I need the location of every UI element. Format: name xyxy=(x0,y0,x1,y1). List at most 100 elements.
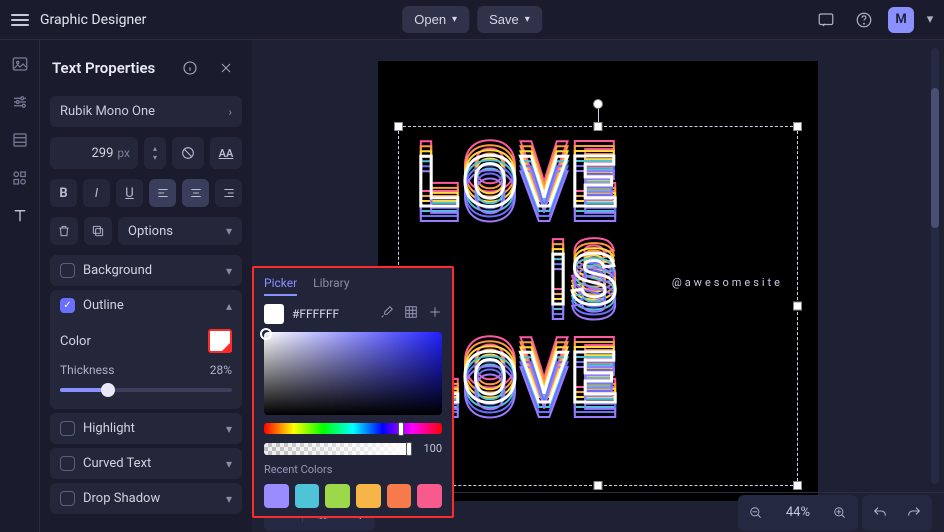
help-icon[interactable] xyxy=(850,6,878,34)
thickness-label: Thickness xyxy=(60,363,114,377)
resize-handle[interactable] xyxy=(793,302,802,311)
align-center-button[interactable] xyxy=(182,179,209,207)
palette-grid-icon[interactable] xyxy=(404,305,418,323)
section-label: Outline xyxy=(83,298,218,313)
tab-library[interactable]: Library xyxy=(313,276,349,296)
topbar: Graphic Designer Open ▾ Save▾ M ▾ xyxy=(0,0,944,40)
recent-colors-label: Recent Colors xyxy=(264,463,442,476)
save-button[interactable]: Save▾ xyxy=(477,6,542,33)
color-swatch[interactable] xyxy=(208,329,232,353)
recent-color-swatch[interactable] xyxy=(295,484,320,508)
font-size-value: 299 xyxy=(91,146,113,161)
delete-button[interactable] xyxy=(50,217,78,245)
section-label: Curved Text xyxy=(83,456,218,471)
checkbox-checked[interactable] xyxy=(60,298,75,313)
avatar-chevron-icon[interactable]: ▾ xyxy=(924,6,936,34)
italic-button[interactable]: I xyxy=(83,179,110,207)
text-case-icon[interactable]: AA xyxy=(210,137,242,169)
drop-shadow-section[interactable]: Drop Shadow▾ xyxy=(50,483,242,514)
checkbox[interactable] xyxy=(60,421,75,436)
zoom-level[interactable]: 44% xyxy=(776,505,820,520)
chevron-down-icon: ▾ xyxy=(226,422,232,436)
vertical-scrollbar[interactable] xyxy=(931,48,939,484)
align-right-button[interactable] xyxy=(215,179,242,207)
section-label: Background xyxy=(83,263,218,278)
checkbox[interactable] xyxy=(60,491,75,506)
resize-handle[interactable] xyxy=(594,481,603,490)
rotate-handle[interactable] xyxy=(593,99,603,109)
duplicate-button[interactable] xyxy=(84,217,112,245)
alpha-value: 100 xyxy=(418,442,442,455)
font-name: Rubik Mono One xyxy=(60,104,222,119)
text-icon[interactable] xyxy=(8,204,32,228)
frame-icon[interactable] xyxy=(8,128,32,152)
checkbox[interactable] xyxy=(60,456,75,471)
tab-picker[interactable]: Picker xyxy=(264,276,297,296)
undo-button[interactable] xyxy=(866,499,894,527)
close-icon[interactable] xyxy=(212,54,240,82)
curved-text-section[interactable]: Curved Text ▾ xyxy=(50,448,242,479)
app-title: Graphic Designer xyxy=(40,12,146,28)
recent-colors-row xyxy=(264,484,442,508)
image-icon[interactable] xyxy=(8,52,32,76)
chevron-down-icon: ▾ xyxy=(226,492,232,506)
size-stepper[interactable]: ▴▾ xyxy=(144,137,166,169)
sv-cursor[interactable] xyxy=(260,328,272,340)
alpha-thumb[interactable] xyxy=(406,442,412,456)
thickness-value: 28% xyxy=(210,363,232,377)
resize-handle[interactable] xyxy=(594,122,603,131)
eyedropper-icon[interactable] xyxy=(380,305,394,323)
left-rail xyxy=(0,40,40,532)
chevron-down-icon: ▾ xyxy=(452,14,457,25)
recent-color-swatch[interactable] xyxy=(387,484,412,508)
right-scrollbar-area xyxy=(926,40,944,492)
open-button[interactable]: Open ▾ xyxy=(402,6,469,33)
open-label: Open xyxy=(414,12,446,27)
recent-color-swatch[interactable] xyxy=(417,484,442,508)
recent-color-swatch[interactable] xyxy=(264,484,289,508)
chevron-down-icon: ▾ xyxy=(226,264,232,278)
adjust-icon[interactable] xyxy=(8,90,32,114)
color-label: Color xyxy=(60,334,91,349)
hex-value[interactable]: #FFFFFF xyxy=(292,307,339,321)
avatar[interactable]: M xyxy=(888,7,914,33)
hue-slider[interactable] xyxy=(264,423,442,434)
background-section[interactable]: Background ▾ xyxy=(50,255,242,286)
outline-section[interactable]: Outline ▴ xyxy=(50,290,242,321)
options-label: Options xyxy=(128,224,173,239)
clear-format-icon[interactable] xyxy=(172,137,204,169)
zoom-out-button[interactable] xyxy=(742,499,770,527)
recent-color-swatch[interactable] xyxy=(356,484,381,508)
resize-handle[interactable] xyxy=(394,122,403,131)
color-picker-popover: Picker Library #FFFFFF 100 Recent Colors xyxy=(252,266,454,518)
feedback-icon[interactable] xyxy=(812,6,840,34)
shapes-icon[interactable] xyxy=(8,166,32,190)
panel-title: Text Properties xyxy=(52,59,155,77)
resize-handle[interactable] xyxy=(793,122,802,131)
outline-body: Color Thickness 28% xyxy=(50,321,242,409)
properties-panel: Text Properties Rubik Mono One › 299px ▴… xyxy=(40,40,252,532)
recent-color-swatch[interactable] xyxy=(325,484,350,508)
menu-icon[interactable] xyxy=(8,8,32,32)
alpha-slider[interactable] xyxy=(264,443,412,455)
saturation-value-box[interactable] xyxy=(264,332,442,415)
underline-button[interactable]: U xyxy=(116,179,143,207)
hue-thumb[interactable] xyxy=(398,422,404,436)
info-icon[interactable] xyxy=(176,54,204,82)
selection-box[interactable] xyxy=(398,126,798,486)
align-left-button[interactable] xyxy=(149,179,176,207)
chevron-up-icon: ▴ xyxy=(226,299,232,313)
font-selector[interactable]: Rubik Mono One › xyxy=(50,96,242,127)
main-area: Text Properties Rubik Mono One › 299px ▴… xyxy=(0,40,944,532)
resize-handle[interactable] xyxy=(793,481,802,490)
checkbox[interactable] xyxy=(60,263,75,278)
zoom-in-button[interactable] xyxy=(826,499,854,527)
font-size-input[interactable]: 299px xyxy=(50,137,138,169)
thickness-slider[interactable] xyxy=(60,383,232,397)
bold-button[interactable]: B xyxy=(50,179,77,207)
options-dropdown[interactable]: Options▾ xyxy=(118,217,242,245)
chevron-down-icon: ▾ xyxy=(226,457,232,471)
redo-button[interactable] xyxy=(900,499,928,527)
highlight-section[interactable]: Highlight▾ xyxy=(50,413,242,444)
add-icon[interactable] xyxy=(428,305,442,323)
